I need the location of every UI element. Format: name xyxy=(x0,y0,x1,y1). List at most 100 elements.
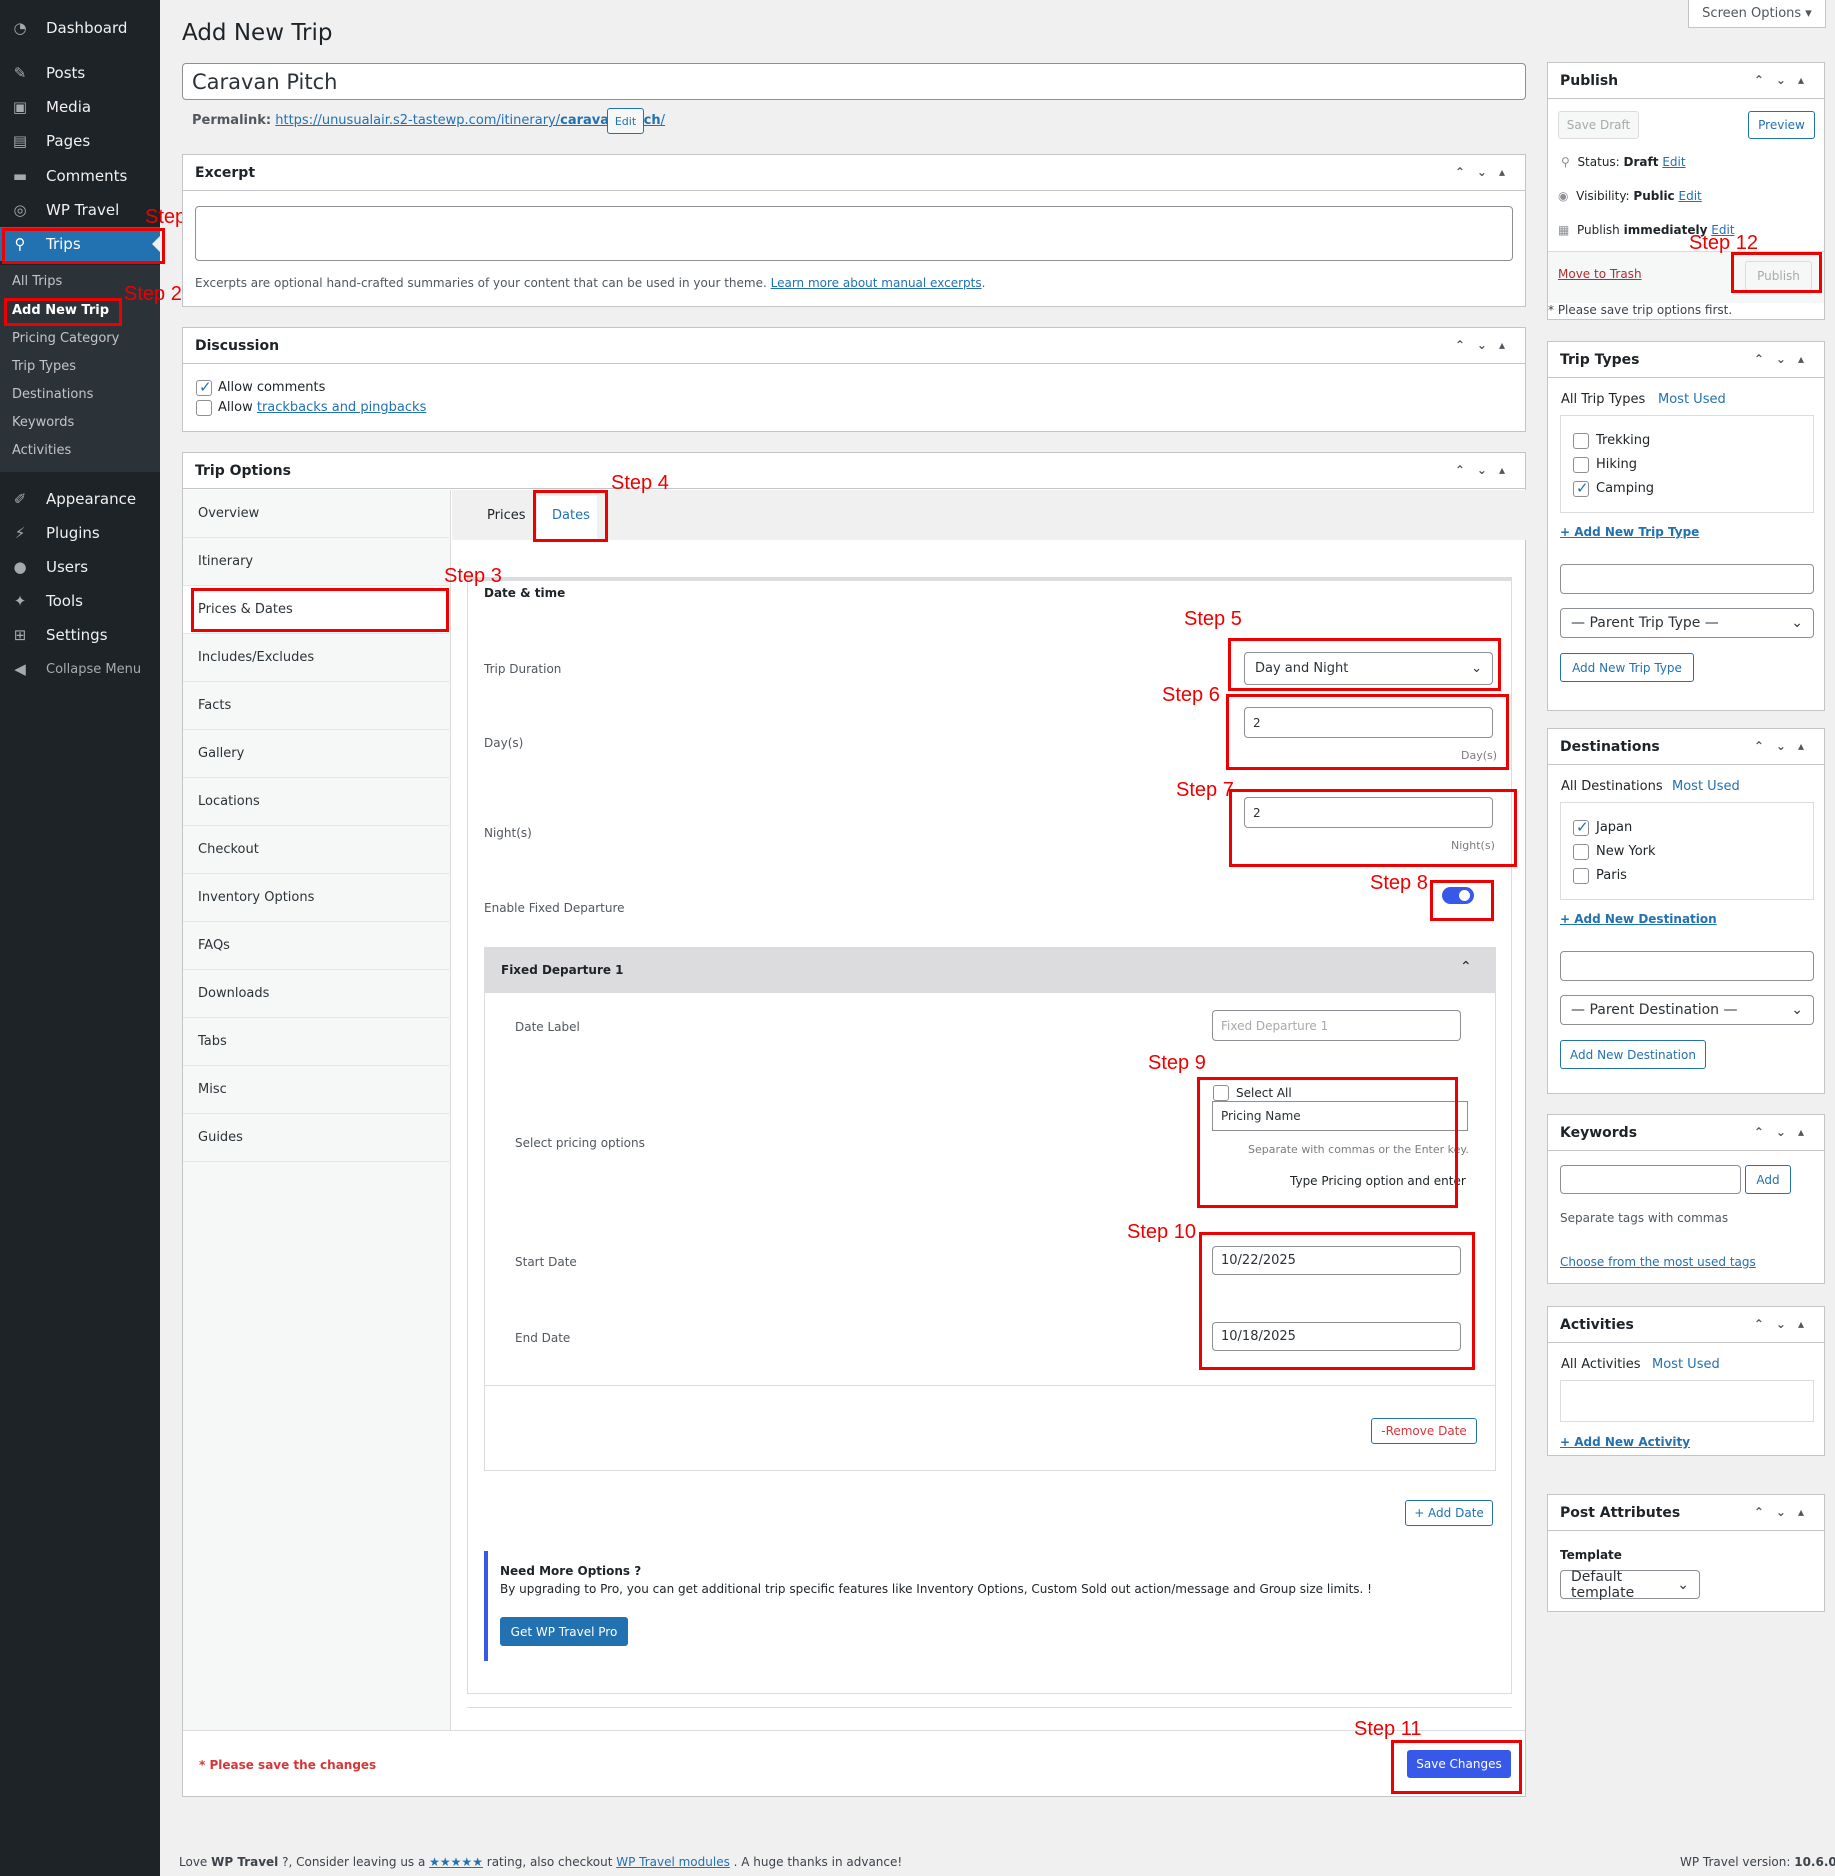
excerpt-learn-more-link[interactable]: Learn more about manual excerpts xyxy=(771,276,982,290)
rating-stars-link[interactable]: ★★★★★ xyxy=(429,1855,483,1869)
add-date-button[interactable]: + Add Date xyxy=(1405,1500,1493,1526)
box-controls-icon[interactable]: ⌃⌄▴ xyxy=(1754,739,1816,753)
parent-trip-type-select[interactable]: — Parent Trip Type — ⌄ xyxy=(1560,608,1814,638)
nav-inventory-options[interactable]: Inventory Options xyxy=(183,874,449,922)
sidebar-item-dashboard[interactable]: ◔ Dashboard xyxy=(0,11,160,45)
publish-button[interactable]: Publish xyxy=(1745,261,1812,291)
sidebar-item-appearance[interactable]: ✐ Appearance xyxy=(0,482,160,516)
tab-dates[interactable]: Dates xyxy=(552,508,590,523)
box-controls-icon[interactable]: ⌃⌄▴ xyxy=(1754,1125,1816,1139)
box-controls-icon[interactable]: ⌃⌄▴ xyxy=(1455,463,1517,477)
nav-facts[interactable]: Facts xyxy=(183,682,449,730)
visibility-edit-link[interactable]: Edit xyxy=(1679,189,1702,203)
sidebar-item-settings[interactable]: ⊞ Settings xyxy=(0,618,160,652)
get-pro-button[interactable]: Get WP Travel Pro xyxy=(500,1617,628,1646)
screen-options-button[interactable]: Screen Options ▾ xyxy=(1688,0,1826,28)
permalink-edit-button[interactable]: Edit xyxy=(607,108,644,134)
nav-prices-dates[interactable]: Prices & Dates xyxy=(183,586,449,634)
trekking-checkbox[interactable] xyxy=(1573,433,1589,449)
select-all-checkbox[interactable] xyxy=(1213,1085,1229,1101)
days-input[interactable]: 2 xyxy=(1244,707,1493,738)
hiking-checkbox[interactable] xyxy=(1573,457,1589,473)
nav-includes-excludes[interactable]: Includes/Excludes xyxy=(183,634,449,682)
tab-prices[interactable]: Prices xyxy=(487,508,526,523)
sidebar-item-tools[interactable]: ✦ Tools xyxy=(0,584,160,618)
excerpt-textarea[interactable] xyxy=(195,206,1513,261)
save-changes-button[interactable]: Save Changes xyxy=(1407,1750,1511,1778)
nav-locations[interactable]: Locations xyxy=(183,778,449,826)
nights-input[interactable]: 2 xyxy=(1244,797,1493,828)
camping-checkbox[interactable] xyxy=(1573,479,1589,497)
wp-travel-modules-link[interactable]: WP Travel modules xyxy=(616,1855,730,1869)
submenu-activities[interactable]: Activities xyxy=(12,443,71,458)
sidebar-item-trips[interactable]: ⚲ Trips xyxy=(0,227,160,261)
allow-comments-checkbox[interactable] xyxy=(196,378,212,396)
parent-destination-select[interactable]: — Parent Destination — ⌄ xyxy=(1560,995,1814,1025)
submenu-keywords[interactable]: Keywords xyxy=(12,415,74,430)
sidebar-item-comments[interactable]: ▬ Comments xyxy=(0,159,160,193)
collapse-menu[interactable]: ◀ Collapse Menu xyxy=(0,652,160,686)
pricing-name-input[interactable]: Pricing Name xyxy=(1212,1101,1468,1131)
post-title-input[interactable]: Caravan Pitch xyxy=(182,63,1526,100)
tab-all-destinations[interactable]: All Destinations xyxy=(1561,779,1663,794)
sidebar-item-posts[interactable]: ✎ Posts xyxy=(0,56,160,90)
nav-overview[interactable]: Overview xyxy=(183,490,449,538)
fixed-departure-toggle[interactable] xyxy=(1442,887,1474,904)
add-new-trip-type-button[interactable]: Add New Trip Type xyxy=(1560,653,1694,682)
add-keyword-button[interactable]: Add xyxy=(1745,1165,1791,1194)
new-york-checkbox[interactable] xyxy=(1573,844,1589,860)
box-controls-icon[interactable]: ⌃⌄▴ xyxy=(1455,338,1517,352)
paris-checkbox[interactable] xyxy=(1573,868,1589,884)
nav-gallery[interactable]: Gallery xyxy=(183,730,449,778)
box-controls-icon[interactable]: ⌃⌄▴ xyxy=(1455,165,1517,179)
add-activity-link[interactable]: + Add New Activity xyxy=(1560,1435,1690,1449)
nav-tabs[interactable]: Tabs xyxy=(183,1018,449,1066)
sidebar-item-users[interactable]: ● Users xyxy=(0,550,160,584)
nav-guides[interactable]: Guides xyxy=(183,1114,449,1162)
new-trip-type-input[interactable] xyxy=(1560,564,1814,594)
new-destination-input[interactable] xyxy=(1560,951,1814,981)
sidebar-item-media[interactable]: ▣ Media xyxy=(0,90,160,124)
trackbacks-link[interactable]: trackbacks and pingbacks xyxy=(257,400,427,415)
tab-most-used[interactable]: Most Used xyxy=(1672,779,1740,794)
nav-downloads[interactable]: Downloads xyxy=(183,970,449,1018)
start-date-input[interactable]: 10/22/2025 xyxy=(1212,1246,1461,1275)
save-draft-button[interactable]: Save Draft xyxy=(1558,111,1639,139)
date-label-input[interactable]: Fixed Departure 1 xyxy=(1212,1010,1461,1041)
nav-faqs[interactable]: FAQs xyxy=(183,922,449,970)
end-date-input[interactable]: 10/18/2025 xyxy=(1212,1322,1461,1351)
fixed-departure-header[interactable]: Fixed Departure 1 xyxy=(484,947,1496,993)
nav-itinerary[interactable]: Itinerary xyxy=(183,538,449,586)
sidebar-item-wp-travel[interactable]: ◎ WP Travel xyxy=(0,193,160,227)
submenu-pricing-category[interactable]: Pricing Category xyxy=(12,331,119,346)
move-to-trash-link[interactable]: Move to Trash xyxy=(1558,267,1642,281)
add-new-destination-button[interactable]: Add New Destination xyxy=(1560,1040,1706,1069)
box-controls-icon[interactable]: ⌃⌄▴ xyxy=(1754,352,1816,366)
remove-date-button[interactable]: -Remove Date xyxy=(1371,1418,1477,1444)
submenu-add-new-trip[interactable]: Add New Trip xyxy=(12,303,109,318)
keywords-input[interactable] xyxy=(1560,1165,1741,1194)
nav-misc[interactable]: Misc xyxy=(183,1066,449,1114)
tab-all-activities[interactable]: All Activities xyxy=(1561,1357,1641,1372)
box-controls-icon[interactable]: ⌃⌄▴ xyxy=(1754,1317,1816,1331)
tab-all-trip-types[interactable]: All Trip Types xyxy=(1561,392,1645,407)
submenu-trip-types[interactable]: Trip Types xyxy=(12,359,76,374)
allow-trackbacks-checkbox[interactable] xyxy=(196,400,212,416)
choose-tags-link[interactable]: Choose from the most used tags xyxy=(1560,1255,1756,1269)
sidebar-item-plugins[interactable]: ⚡ Plugins xyxy=(0,516,160,550)
submenu-all-trips[interactable]: All Trips xyxy=(12,274,62,289)
template-select[interactable]: Default template ⌄ xyxy=(1560,1569,1700,1601)
box-controls-icon[interactable]: ⌃⌄▴ xyxy=(1754,1505,1816,1519)
status-edit-link[interactable]: Edit xyxy=(1662,155,1685,169)
box-controls-icon[interactable]: ⌃⌄▴ xyxy=(1754,73,1816,87)
preview-button[interactable]: Preview xyxy=(1748,111,1815,139)
sidebar-item-pages[interactable]: ▤ Pages xyxy=(0,124,160,158)
add-trip-type-link[interactable]: + Add New Trip Type xyxy=(1560,525,1699,539)
add-destination-link[interactable]: + Add New Destination xyxy=(1560,912,1717,926)
tab-most-used[interactable]: Most Used xyxy=(1652,1357,1720,1372)
tab-most-used[interactable]: Most Used xyxy=(1658,392,1726,407)
nav-checkout[interactable]: Checkout xyxy=(183,826,449,874)
submenu-destinations[interactable]: Destinations xyxy=(12,387,93,402)
trip-duration-select[interactable]: Day and Night ⌄ xyxy=(1244,652,1493,685)
japan-checkbox[interactable] xyxy=(1573,818,1589,836)
